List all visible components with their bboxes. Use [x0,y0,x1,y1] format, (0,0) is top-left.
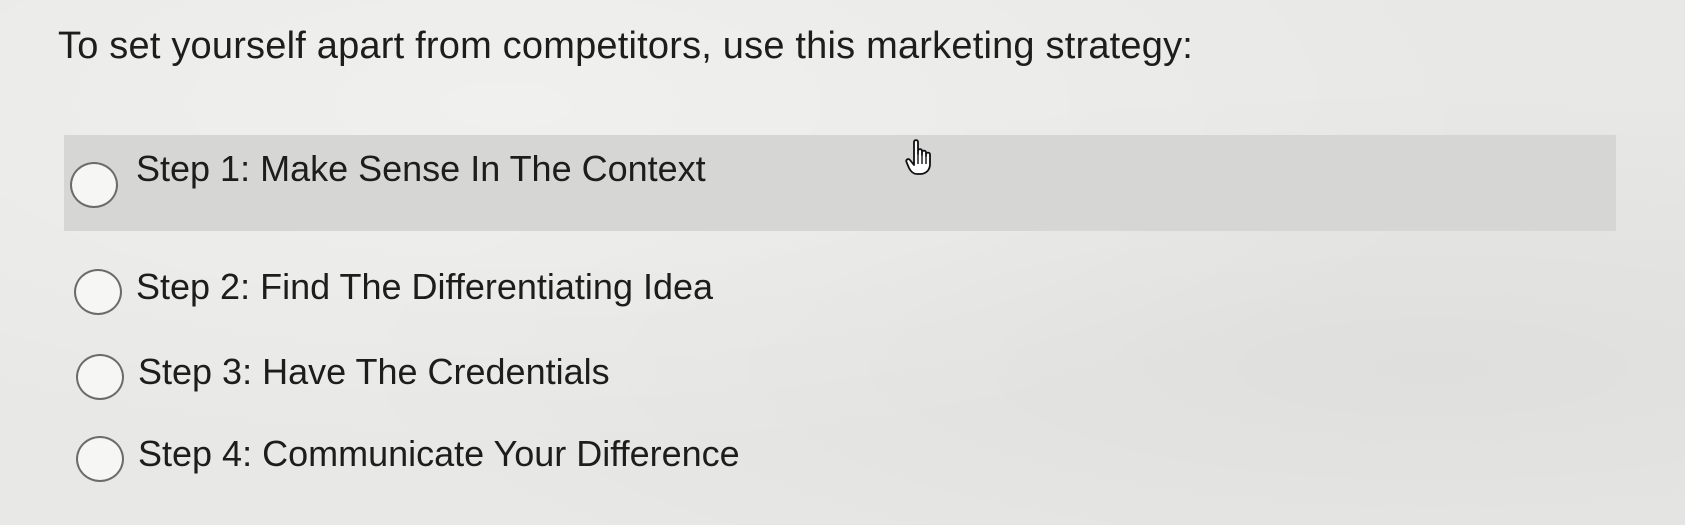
option-step-3[interactable]: Step 3: Have The Credentials [76,350,610,400]
radio-button-step-2[interactable] [74,269,122,315]
answer-options: Step 1: Make Sense In The Context Step 2… [0,0,1685,525]
option-step-4[interactable]: Step 4: Communicate Your Difference [76,432,740,482]
option-label-step-4: Step 4: Communicate Your Difference [138,433,740,474]
option-label-step-3: Step 3: Have The Credentials [138,351,610,392]
hand-pointer-icon [905,139,931,175]
option-label-step-1: Step 1: Make Sense In The Context [136,148,706,189]
radio-button-step-3[interactable] [76,354,124,400]
option-step-2[interactable]: Step 2: Find The Differentiating Idea [74,265,713,315]
radio-button-step-1[interactable] [70,162,118,208]
quiz-screen: To set yourself apart from competitors, … [0,0,1685,525]
option-label-step-2: Step 2: Find The Differentiating Idea [136,266,714,307]
radio-button-step-4[interactable] [76,436,124,482]
option-step-1[interactable]: Step 1: Make Sense In The Context [64,135,1616,231]
